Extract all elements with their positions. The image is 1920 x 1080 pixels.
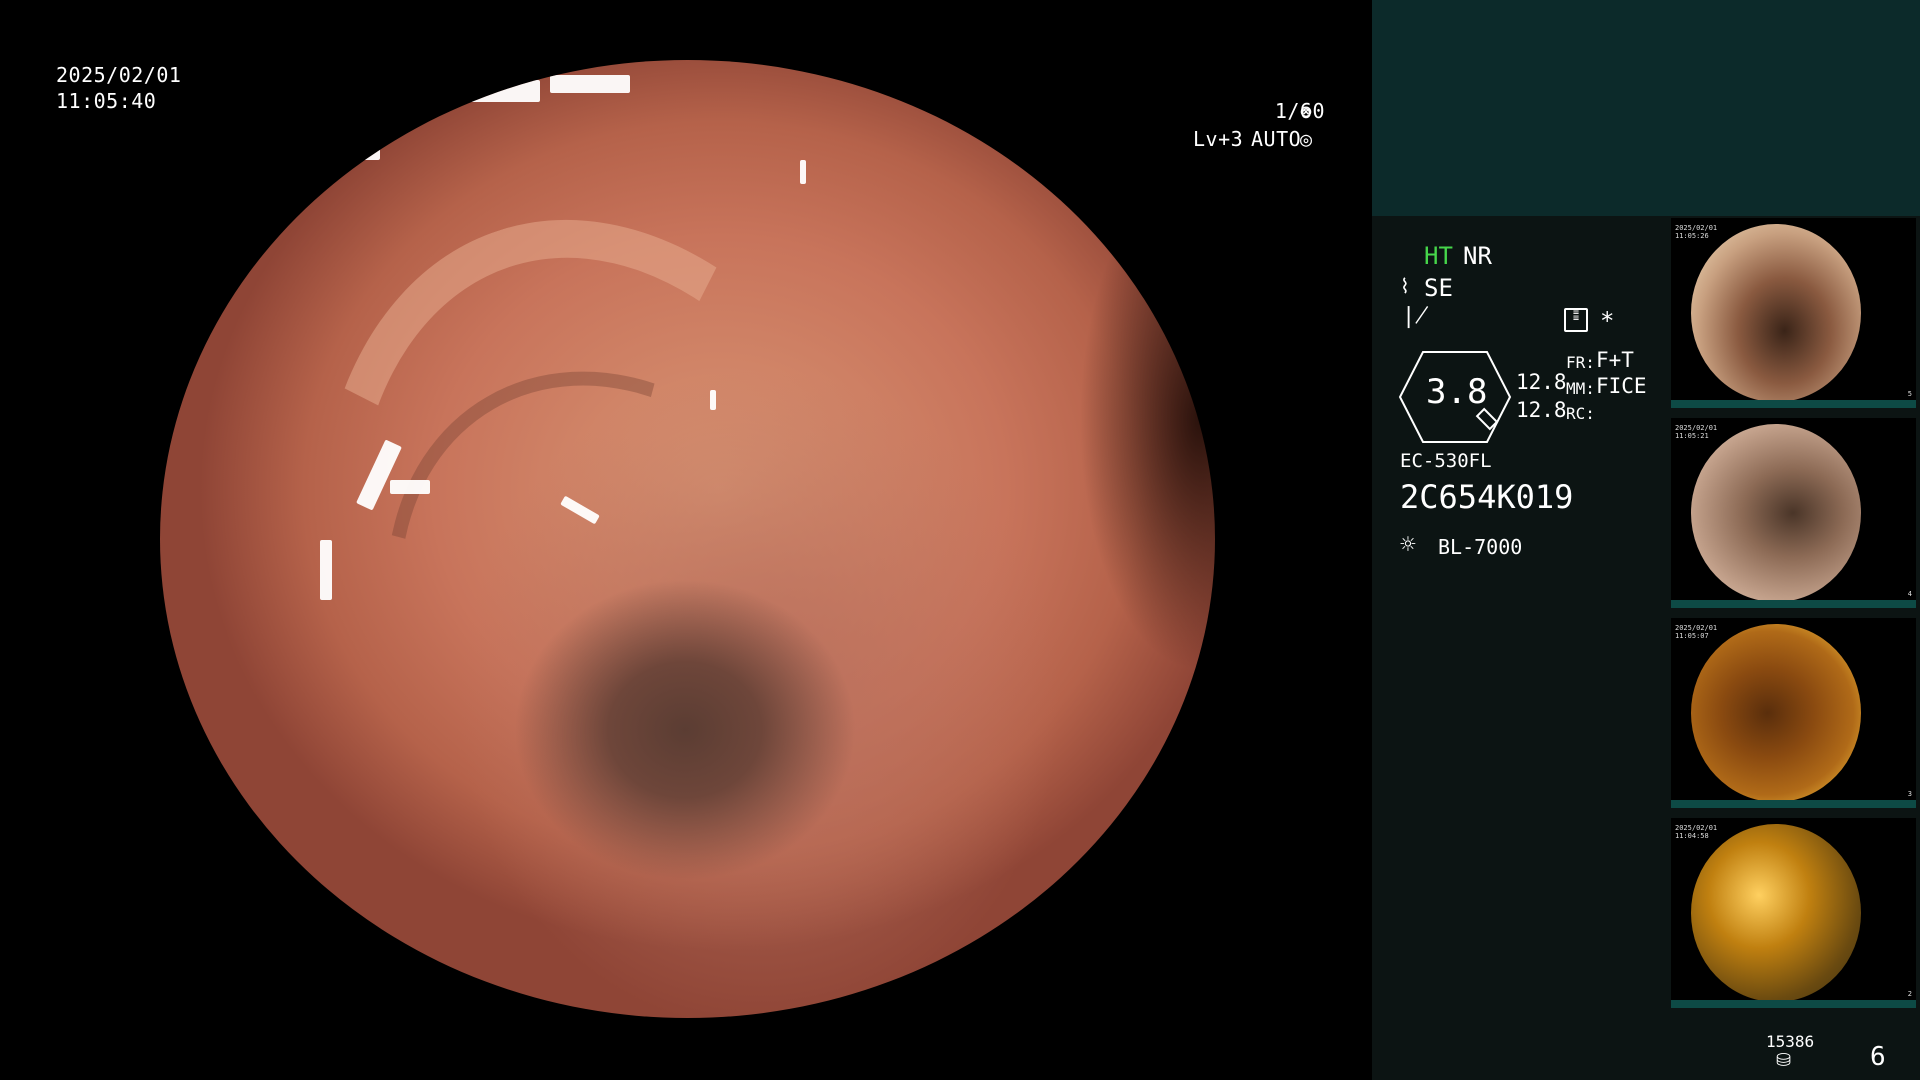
rc-label: RC: [1566,404,1595,423]
storage-count: 15386 [1766,1032,1815,1051]
se-indicator: SE [1424,274,1453,302]
value-1: 12.8 [1516,370,1567,394]
level-text: Lv+3 [1193,127,1244,151]
contrast-icon: ∤ [1402,304,1429,329]
value-2: 12.8 [1516,398,1567,422]
auto-iris-icon: ◎ [1300,127,1313,151]
time-text: 11:05:40 [56,89,157,113]
date-text: 2025/02/01 [56,63,182,87]
structure-icon: ⌇ [1400,274,1410,298]
fr-label: FR: [1566,353,1595,372]
fr-value: F+T [1596,348,1634,372]
shutter-icon: ⊗ [1300,99,1313,123]
nr-indicator: NR [1463,242,1492,270]
mm-label: MM: [1566,379,1595,398]
thumbnail-image[interactable]: 2025/02/01 11:05:26 5 [1671,218,1916,408]
main-endoscope-view: 2025/02/01 11:05:40 1/60 ⊗ Lv+3 AUTO ◎ [0,0,1372,1080]
thumbnail-image[interactable]: 2025/02/01 11:05:21 4 [1671,418,1916,608]
scope-serial: 2C654K019 [1400,478,1574,516]
image-count: 6 [1870,1042,1886,1072]
endoscope-image [160,60,1215,1018]
ht-indicator: HT [1424,242,1453,270]
light-source: BL-7000 [1438,535,1523,559]
storage-icon: ⛁ [1776,1050,1792,1071]
thumbnail-image[interactable]: 2025/02/01 11:05:07 3 [1671,618,1916,808]
light-icon: ☼ [1400,530,1416,560]
menu-icon: ≡ ≡ [1564,308,1588,332]
scope-model: EC-530FL [1400,450,1492,472]
shutter-speed-text: 1/60 [1274,99,1325,123]
mm-value: FICE [1596,374,1647,398]
zoom-value: 3.8 [1426,372,1488,412]
side-panel-header [1372,0,1920,216]
asterisk-indicator: * [1600,307,1615,335]
thumbnail-image[interactable]: 2025/02/01 11:04:58 2 [1671,818,1916,1008]
auto-mode-text: AUTO [1251,127,1302,151]
